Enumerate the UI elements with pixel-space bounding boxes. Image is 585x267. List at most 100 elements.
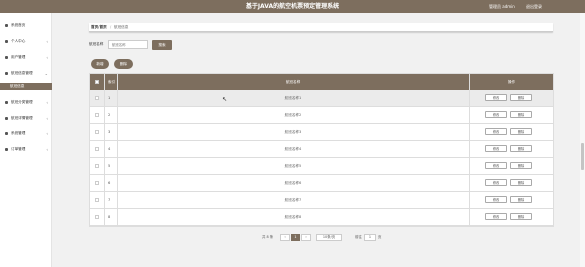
row-checkbox[interactable] [95, 130, 99, 134]
row-checkbox[interactable] [95, 96, 99, 100]
row-checkbox[interactable] [95, 198, 99, 202]
table-row[interactable]: 8 航班名称8 修改 删除 [90, 209, 553, 226]
sidebar-item-flight-info[interactable]: 航班信息管理 ⌄ [0, 69, 52, 78]
table-row[interactable]: 3 航班名称3 修改 删除 [90, 124, 553, 141]
goto-page-input[interactable]: 1 [364, 234, 376, 241]
row-flight-name: 航班名称6 [284, 181, 302, 185]
row-checkbox[interactable] [95, 113, 99, 117]
edit-button[interactable]: 修改 [485, 145, 507, 152]
page-size-select[interactable]: 10条/页 [316, 234, 342, 241]
next-page-button[interactable]: › [301, 234, 311, 241]
edit-button[interactable]: 修改 [485, 111, 507, 118]
edit-button[interactable]: 修改 [485, 162, 507, 169]
flight-table: 索引 航班名称 操作 1 航班名称1 修改 删除 2 航班名称2 修改 删除 3… [89, 73, 554, 227]
sidebar-item-label: 航班分类管理 [11, 100, 33, 104]
sidebar: 系统首页 个人中心 ‹ 用户管理 ‹ 航班信息管理 ⌄ 航班信息 航班分类管理 … [0, 13, 52, 267]
sidebar-item-home[interactable]: 系统首页 [0, 21, 52, 30]
order-icon [5, 148, 8, 151]
row-checkbox[interactable] [95, 147, 99, 151]
sidebar-subitem-label: 航班信息 [10, 84, 25, 88]
delete-button[interactable]: 删除 [510, 111, 532, 118]
user-icon [5, 40, 8, 43]
sidebar-item-flight-category[interactable]: 航班分类管理 ‹ [0, 98, 52, 107]
chevron-left-icon: ‹ [46, 116, 48, 121]
chevron-left-icon: ‹ [46, 147, 48, 152]
sidebar-item-label: 个人中心 [11, 39, 26, 43]
page-unit-label: 页 [378, 235, 382, 239]
select-all-checkbox[interactable] [95, 80, 99, 84]
prev-page-button[interactable]: ‹ [280, 234, 290, 241]
delete-button[interactable]: 删除 [510, 213, 532, 220]
sidebar-item-profile[interactable]: 个人中心 ‹ [0, 37, 52, 46]
sidebar-item-label: 航班信息管理 [11, 71, 33, 75]
delete-button[interactable]: 删除 [510, 179, 532, 186]
chevron-left-icon: ‹ [46, 100, 48, 105]
mouse-cursor-icon: ↖ [222, 96, 228, 103]
table-row[interactable]: 4 航班名称4 修改 删除 [90, 141, 553, 158]
sidebar-item-flight-detail[interactable]: 航班详情管理 ‹ [0, 114, 52, 123]
column-divider [469, 74, 470, 226]
home-icon [5, 24, 8, 27]
row-index: 5 [108, 164, 111, 168]
sidebar-item-label: 用户管理 [11, 55, 26, 59]
delete-button[interactable]: 删除 [510, 162, 532, 169]
list-icon [5, 117, 8, 120]
breadcrumb-separator: / [110, 25, 112, 29]
row-index: 8 [108, 215, 111, 219]
chevron-left-icon: ‹ [46, 55, 48, 60]
table-row[interactable]: 2 航班名称2 修改 删除 [90, 107, 553, 124]
table-header: 索引 航班名称 操作 [90, 74, 553, 90]
breadcrumb: 首页/首页 / 航班信息 [89, 23, 553, 32]
row-checkbox[interactable] [95, 164, 99, 168]
row-index: 1 [108, 96, 111, 100]
sidebar-item-users[interactable]: 用户管理 ‹ [0, 53, 52, 62]
edit-button[interactable]: 修改 [485, 196, 507, 203]
grid-icon [5, 101, 8, 104]
edit-button[interactable]: 修改 [485, 179, 507, 186]
table-row[interactable]: 7 航班名称7 修改 删除 [90, 192, 553, 209]
row-checkbox[interactable] [95, 215, 99, 219]
row-checkbox[interactable] [95, 181, 99, 185]
row-flight-name: 航班名称7 [284, 198, 302, 202]
scrollbar-thumb[interactable] [581, 143, 584, 170]
column-divider [117, 74, 118, 226]
sidebar-item-label: 系统首页 [11, 23, 26, 27]
search-input[interactable] [108, 40, 148, 49]
sidebar-subitem-flight-info[interactable]: 航班信息 [0, 83, 52, 90]
add-button[interactable]: 新增 [91, 59, 109, 69]
sidebar-item-label: 航班详情管理 [11, 116, 33, 120]
chevron-left-icon: ‹ [46, 131, 48, 136]
row-flight-name: 航班名称1 [284, 96, 302, 100]
table-row[interactable]: 5 航班名称5 修改 删除 [90, 158, 553, 175]
delete-button[interactable]: 删除 [510, 94, 532, 101]
row-flight-name: 航班名称3 [284, 130, 302, 134]
gear-icon [5, 132, 8, 135]
pagination-total: 共 8 条 [262, 235, 274, 239]
row-flight-name: 航班名称4 [284, 147, 302, 151]
page-scrollbar[interactable] [580, 13, 585, 267]
delete-button[interactable]: 删除 [510, 128, 532, 135]
edit-button[interactable]: 修改 [485, 213, 507, 220]
breadcrumb-root[interactable]: 首页/首页 [91, 23, 107, 32]
table-row[interactable]: 6 航班名称6 修改 删除 [90, 175, 553, 192]
page-number-current[interactable]: 1 [291, 234, 300, 241]
row-index: 4 [108, 147, 111, 151]
table-row[interactable]: 1 航班名称1 修改 删除 [90, 90, 553, 107]
row-flight-name: 航班名称5 [284, 164, 302, 168]
delete-button[interactable]: 删除 [510, 145, 532, 152]
sidebar-item-system[interactable]: 系统管理 ‹ [0, 129, 52, 138]
search-button[interactable]: 搜索 [152, 40, 172, 50]
chevron-left-icon: ‹ [46, 39, 48, 44]
delete-button[interactable]: 删除 [510, 196, 532, 203]
sidebar-item-orders[interactable]: 订单管理 ‹ [0, 145, 52, 154]
current-user: 管理员 admin [489, 4, 515, 9]
row-index: 6 [108, 181, 111, 185]
sidebar-item-label: 系统管理 [11, 131, 26, 135]
plane-icon [5, 72, 8, 75]
logout-link[interactable]: 退出登录 [526, 0, 542, 13]
batch-delete-button[interactable]: 删除 [114, 59, 133, 69]
row-flight-name: 航班名称2 [284, 113, 302, 117]
edit-button[interactable]: 修改 [485, 128, 507, 135]
chevron-down-icon: ⌄ [44, 71, 48, 76]
edit-button[interactable]: 修改 [485, 94, 507, 101]
